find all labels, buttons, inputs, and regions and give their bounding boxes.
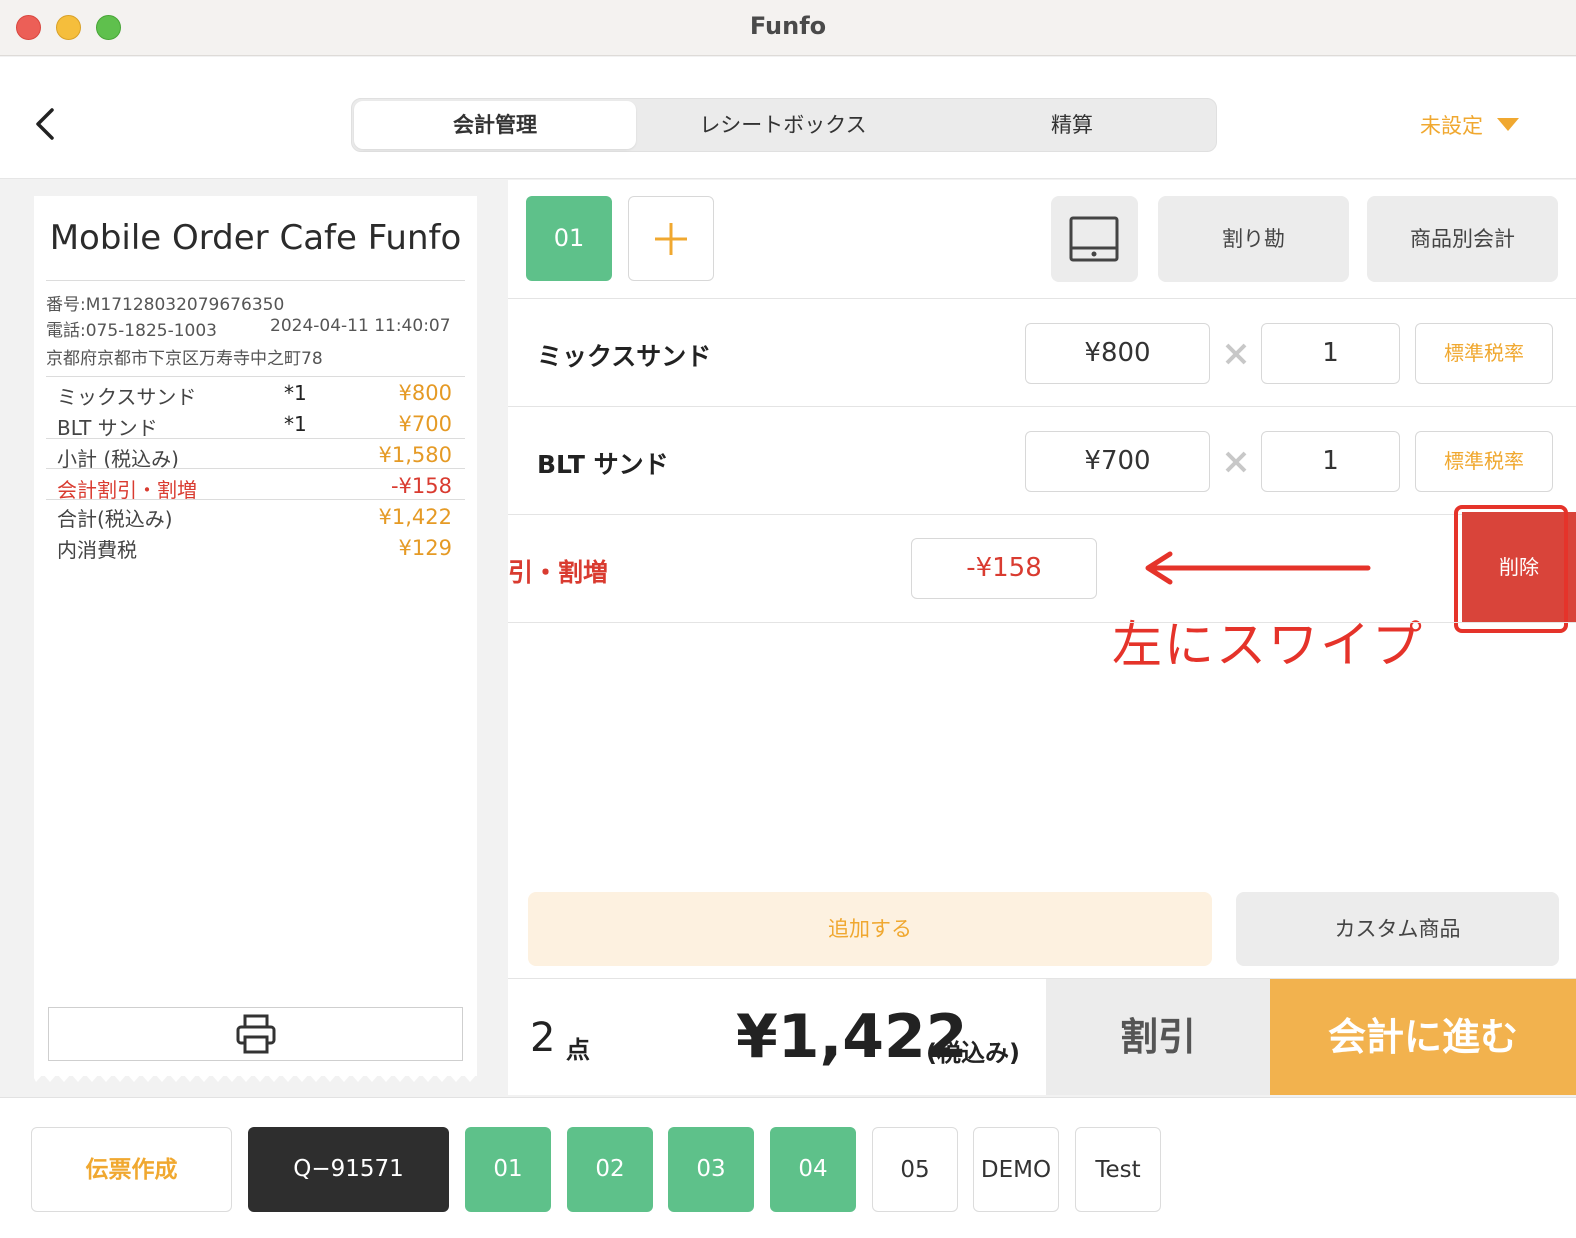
- receipt-divider: [46, 468, 465, 469]
- window-title: Funfo: [749, 12, 827, 40]
- price-field[interactable]: ¥700: [1025, 431, 1210, 492]
- item-count: 2: [530, 1015, 556, 1061]
- tax-rate-button[interactable]: 標準税率: [1415, 323, 1553, 384]
- mode-segmented-control: 会計管理 レシートボックス 精算: [351, 98, 1217, 152]
- receipt-number: 番号:M17128032079676350: [46, 295, 285, 315]
- multiply-icon: [1225, 451, 1247, 473]
- highlight-frame: [1454, 505, 1568, 633]
- discount-button[interactable]: 割引: [1046, 979, 1270, 1095]
- back-arrow-icon[interactable]: [30, 104, 60, 144]
- receipt-tax-label: 内消費税: [57, 538, 137, 562]
- receipt-divider: [46, 280, 465, 281]
- discount-amount-field[interactable]: -¥158: [911, 538, 1097, 599]
- receipt-divider: [46, 438, 465, 439]
- swipe-left-arrow-icon: [1145, 551, 1371, 585]
- receipt-tax: ¥129: [398, 536, 452, 560]
- row-divider: [508, 406, 1576, 407]
- row-divider: [508, 514, 1576, 515]
- receipt-address: 京都府京都市下京区万寿寺中之町78: [46, 349, 323, 369]
- order-line-name: BLT サンド: [537, 450, 669, 479]
- table-tab-02[interactable]: 02: [567, 1127, 653, 1212]
- quantity-field[interactable]: 1: [1261, 431, 1400, 492]
- shop-name: Mobile Order Cafe Funfo: [49, 218, 462, 258]
- receipt-datetime: 2024-04-11 11:40:07: [270, 316, 451, 336]
- split-bill-button[interactable]: 割り勘: [1158, 196, 1349, 282]
- swipe-annotation: 左にスワイプ: [1112, 616, 1424, 674]
- custom-item-button[interactable]: カスタム商品: [1236, 892, 1559, 966]
- receipt-item-price: ¥800: [398, 381, 452, 405]
- table-tab-demo[interactable]: DEMO: [973, 1127, 1059, 1212]
- receipt-item-qty: *1: [284, 381, 307, 405]
- caret-down-icon[interactable]: [1497, 118, 1519, 131]
- receipt-torn-edge: [34, 1068, 477, 1082]
- tax-rate-button[interactable]: 標準税率: [1415, 431, 1553, 492]
- plus-icon: [655, 223, 687, 255]
- checkout-button[interactable]: 会計に進む: [1270, 979, 1576, 1095]
- table-tab-05[interactable]: 05: [872, 1127, 958, 1212]
- order-line-name: ミックスサンド: [537, 342, 712, 371]
- tab-settlement[interactable]: 精算: [928, 99, 1216, 151]
- price-field[interactable]: ¥800: [1025, 323, 1210, 384]
- receipt-discount: -¥158: [390, 474, 452, 498]
- tab-receipt-box[interactable]: レシートボックス: [638, 99, 928, 151]
- item-checkout-button[interactable]: 商品別会計: [1367, 196, 1558, 282]
- add-order-tab-button[interactable]: [628, 196, 714, 281]
- table-tab-03[interactable]: 03: [668, 1127, 754, 1212]
- quantity-field[interactable]: 1: [1261, 323, 1400, 384]
- tablet-icon: [1069, 216, 1119, 262]
- display-toggle-button[interactable]: [1051, 196, 1138, 282]
- table-tab-01[interactable]: 01: [465, 1127, 551, 1212]
- discount-line-name: 引・割増: [508, 558, 609, 587]
- print-button[interactable]: [48, 1007, 463, 1061]
- status-dropdown-label[interactable]: 未設定: [1420, 110, 1483, 140]
- row-divider: [508, 298, 1576, 299]
- receipt-item-name: BLT サンド: [57, 416, 158, 440]
- table-tab-q91571[interactable]: Q−91571: [248, 1127, 449, 1212]
- receipt-total: ¥1,422: [378, 505, 452, 529]
- table-tab-04[interactable]: 04: [770, 1127, 856, 1212]
- receipt-subtotal: ¥1,580: [378, 443, 452, 467]
- receipt-phone: 電話:075-1825-1003: [46, 321, 217, 341]
- order-total-tax-note: (税込み): [926, 1039, 1020, 1067]
- table-tab-test[interactable]: Test: [1075, 1127, 1161, 1212]
- add-item-button[interactable]: 追加する: [528, 892, 1212, 966]
- printer-icon: [236, 1014, 276, 1054]
- order-tab-01[interactable]: 01: [526, 196, 612, 281]
- create-slip-button[interactable]: 伝票作成: [31, 1127, 232, 1212]
- receipt-divider: [46, 376, 465, 377]
- receipt-item-name: ミックスサンド: [57, 385, 197, 409]
- tab-accounting[interactable]: 会計管理: [354, 101, 636, 149]
- receipt-total-label: 合計(税込み): [57, 507, 173, 531]
- item-count-unit: 点: [566, 1036, 590, 1064]
- receipt-divider: [46, 499, 465, 500]
- row-divider: [508, 622, 1576, 623]
- receipt-item-qty: *1: [284, 412, 307, 436]
- multiply-icon: [1225, 343, 1247, 365]
- receipt-item-price: ¥700: [398, 412, 452, 436]
